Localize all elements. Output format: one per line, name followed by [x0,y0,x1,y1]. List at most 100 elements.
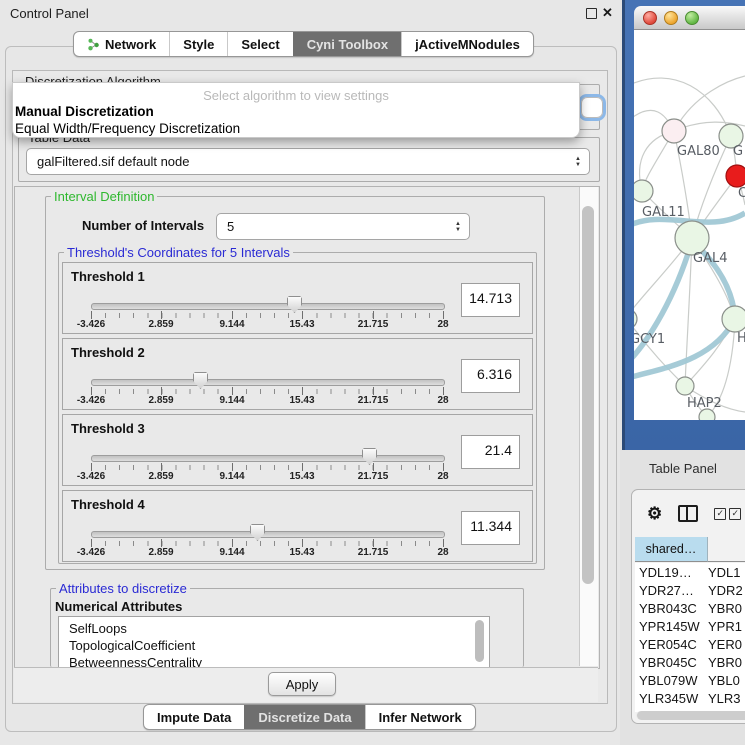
popup-placeholder-item[interactable]: Select algorithm to view settings [13,83,579,103]
network-canvas[interactable]: GAL80 G C GAL11 GAL4 GCY1 H HAP2 [634,30,745,420]
tab-impute-data[interactable]: Impute Data [144,705,244,729]
table-data-combo[interactable]: galFiltered.sif default node ▲ ▼ [26,148,590,175]
node-gal11[interactable] [634,180,653,202]
tick-label: 28 [418,395,468,406]
numerical-attributes-list[interactable]: SelfLoops TopologicalCoefficient Between… [58,616,490,668]
tab-cyni-toolbox[interactable]: Cyni Toolbox [293,32,401,56]
tab-infer-network[interactable]: Infer Network [365,705,475,729]
threshold-4-slider-thumb[interactable] [250,524,265,541]
node-gal80[interactable] [662,119,686,143]
cell-shared-name: YBR043C [635,601,708,616]
algorithm-combo-arrow-button[interactable] [581,97,603,118]
threshold-1-slider-thumb[interactable] [287,296,302,313]
attributes-scrollbar-thumb[interactable] [475,620,484,662]
threshold-4-value-field[interactable]: 11.344 [461,511,520,545]
interval-definition-title: Interval Definition [51,189,157,204]
tick-label: 9.144 [207,471,257,482]
table-row[interactable]: YLR345WYLR3 [635,689,745,707]
major-tick [91,387,92,395]
list-item[interactable]: SelfLoops [59,617,489,637]
table-row[interactable]: YBR043CYBR0 [635,599,745,617]
threshold-2-slider-track[interactable] [91,379,445,386]
zoom-traffic-light-icon[interactable] [685,11,699,25]
table-row[interactable]: YBR045CYBR0 [635,653,745,671]
list-item[interactable]: TopologicalCoefficient [59,637,489,654]
cell-name: YBR0 [708,655,742,670]
tick-label: 2.859 [136,319,186,330]
table-toolbar: ⚙ ✓ ✓ [632,490,745,537]
tab-discretize-data[interactable]: Discretize Data [244,705,364,729]
network-nodes[interactable] [634,119,745,420]
table-data-combo-value: galFiltered.sif default node [27,154,567,169]
table-row[interactable]: YDL19…YDL1 [635,563,745,581]
threshold-1-value-field[interactable]: 14.713 [461,283,520,317]
major-tick [91,539,92,547]
close-icon[interactable]: ✕ [602,7,613,19]
network-window-titlebar[interactable] [634,6,745,30]
node-label-gal11: GAL11 [642,205,685,220]
major-tick [302,463,303,471]
tab-jactivemnodules-label: jActiveMNodules [415,37,520,52]
node-label-gal80: GAL80 [677,144,720,159]
tick-label: 2.859 [136,395,186,406]
gear-icon[interactable]: ⚙ [647,505,662,522]
threshold-3-value-field[interactable]: 21.4 [461,435,520,469]
major-tick [91,463,92,471]
threshold-2-value-field[interactable]: 6.316 [461,359,520,393]
table-row[interactable]: YER054CYER0 [635,635,745,653]
list-item[interactable]: BetweennessCentrality [59,654,489,668]
node-hap2[interactable] [676,377,694,395]
popup-item-manual-discretization[interactable]: Manual Discretization [13,103,579,120]
cell-shared-name: YDL19… [635,565,708,580]
table-row[interactable]: YDR27…YDR2 [635,581,745,599]
node-red-selected[interactable] [726,165,745,187]
cell-shared-name: YBR045C [635,655,708,670]
table-row[interactable]: YPR145WYPR1 [635,617,745,635]
column-header-shared-name[interactable]: shared… [635,537,708,562]
threshold-2-minor-ticks [91,389,444,394]
checkbox-icon[interactable]: ✓ [729,508,741,520]
threshold-3-slider-thumb[interactable] [362,448,377,465]
node-gal4[interactable] [675,221,709,255]
close-traffic-light-icon[interactable] [643,11,657,25]
number-of-intervals-label: Number of Intervals [82,218,204,233]
apply-button[interactable]: Apply [268,672,336,696]
float-window-icon[interactable] [586,8,597,19]
major-tick [161,311,162,319]
threshold-4-slider-track[interactable] [91,531,445,538]
combo-updown-icon: ▲ ▼ [567,156,589,168]
number-of-intervals-value: 5 [217,219,447,234]
network-graph: GAL80 G C GAL11 GAL4 GCY1 H HAP2 [634,30,745,420]
popup-item-equal-width[interactable]: Equal Width/Frequency Discretization [13,120,579,137]
threshold-3-slider-track[interactable] [91,455,445,462]
node-h[interactable] [722,306,745,332]
spinner-down-icon: ▼ [455,227,461,233]
node-label-hap2: HAP2 [687,396,722,411]
settings-scrollbar-thumb[interactable] [582,206,594,584]
tick-label: -3.426 [66,319,116,330]
tab-select[interactable]: Select [227,32,292,56]
tab-network-label: Network [105,37,156,52]
table-row[interactable]: YBL079WYBL0 [635,671,745,689]
node-gcy1[interactable] [634,309,637,329]
table-hscrollbar-thumb[interactable] [637,711,745,720]
tick-label: -3.426 [66,395,116,406]
tab-jactivemnodules[interactable]: jActiveMNodules [401,32,533,56]
node-label-gal4: GAL4 [693,251,727,266]
major-tick [443,387,444,395]
column-header-name[interactable]: na [708,537,745,562]
checkbox-icon[interactable]: ✓ [714,508,726,520]
tab-style[interactable]: Style [169,32,227,56]
threshold-1-box: Threshold 1 -3.426 2.859 9.144 15.43 21.… [62,262,533,334]
cell-shared-name: YLR345W [635,691,708,706]
split-columns-icon[interactable] [678,505,698,522]
spinner-down-icon: ▼ [575,162,581,168]
threshold-1-slider-track[interactable] [91,303,445,310]
tick-label: 9.144 [207,395,257,406]
tab-infer-network-label: Infer Network [379,710,462,725]
tick-label: 2.859 [136,471,186,482]
threshold-2-slider-thumb[interactable] [193,372,208,389]
number-of-intervals-spinner[interactable]: 5 ▲ ▼ [216,213,470,240]
tab-network[interactable]: Network [74,32,169,56]
minimize-traffic-light-icon[interactable] [664,11,678,25]
